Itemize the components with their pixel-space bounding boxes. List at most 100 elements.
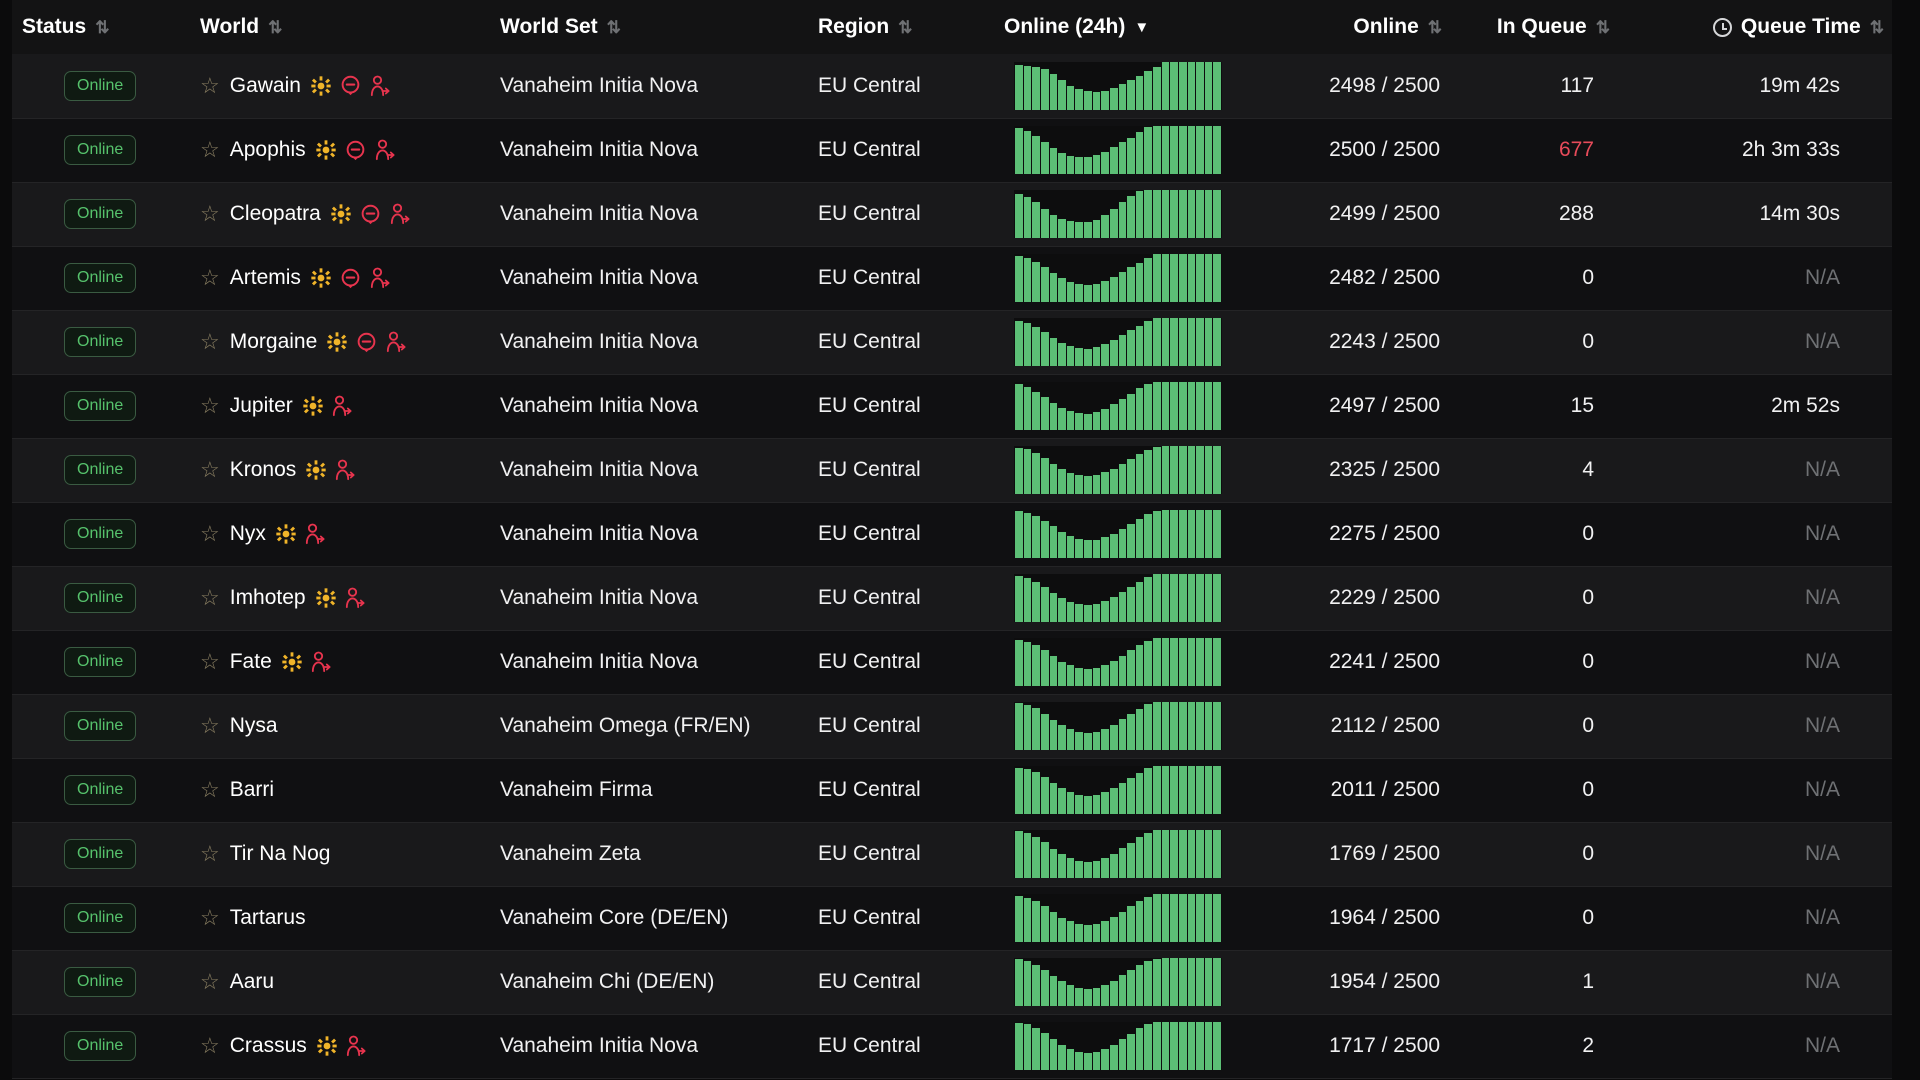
sun-icon xyxy=(306,460,326,480)
table-row[interactable]: Online ☆ Jupiter Vanaheim Initia Nova EU Cen… xyxy=(12,374,1892,439)
column-header-world[interactable]: World ⇅ xyxy=(190,0,490,54)
cell-region: EU Central xyxy=(808,438,994,503)
sun-icon xyxy=(327,332,347,352)
cell-in-queue: 0 xyxy=(1450,566,1618,631)
star-icon[interactable]: ☆ xyxy=(200,395,220,417)
cell-region: EU Central xyxy=(808,822,994,887)
status-badge: Online xyxy=(64,1031,137,1061)
table-row[interactable]: Online ☆ Artemis Vanaheim Initia Nova EU Cen… xyxy=(12,246,1892,311)
table-row[interactable]: Online ☆ Barri Vanaheim Firma EU Central 2011… xyxy=(12,758,1892,823)
sort-updown-icon[interactable]: ⇅ xyxy=(1870,19,1884,36)
transfer-icon xyxy=(332,395,352,417)
online-24h-sparkline xyxy=(1014,254,1222,302)
column-header-label: Region xyxy=(818,15,890,38)
star-icon[interactable]: ☆ xyxy=(200,459,220,481)
star-icon[interactable]: ☆ xyxy=(200,139,220,161)
table-row[interactable]: Online ☆ Morgaine Vanaheim Initia Nova EU Ce… xyxy=(12,310,1892,375)
star-icon[interactable]: ☆ xyxy=(200,651,220,673)
status-badge: Online xyxy=(64,519,137,549)
star-icon[interactable]: ☆ xyxy=(200,203,220,225)
table-row[interactable]: Online ☆ Tartarus Vanaheim Core (DE/EN) EU C… xyxy=(12,886,1892,951)
sort-updown-icon[interactable]: ⇅ xyxy=(1596,19,1610,36)
cell-status: Online xyxy=(12,950,190,1015)
column-header-online-24h[interactable]: Online (24h) ▼ xyxy=(994,0,1242,54)
world-name: Crassus xyxy=(229,1034,307,1057)
cell-world: ☆ Cleopatra xyxy=(190,182,490,247)
column-header-label: Queue Time xyxy=(1740,15,1861,38)
table-row[interactable]: Online ☆ Nysa Vanaheim Omega (FR/EN) EU Cent… xyxy=(12,694,1892,759)
sort-updown-icon[interactable]: ⇅ xyxy=(268,19,282,36)
cell-status: Online xyxy=(12,374,190,439)
table-row[interactable]: Online ☆ Gawain Vanaheim Initia Nova EU Cent… xyxy=(12,54,1892,119)
star-icon[interactable]: ☆ xyxy=(200,907,220,929)
status-badge: Online xyxy=(64,391,137,421)
cell-online: 1954 / 2500 xyxy=(1242,950,1450,1015)
column-header-queue-time[interactable]: Queue Time ⇅ xyxy=(1618,0,1892,54)
table-row[interactable]: Online ☆ Imhotep Vanaheim Initia Nova EU Cen… xyxy=(12,566,1892,631)
column-header-world-set[interactable]: World Set ⇅ xyxy=(490,0,808,54)
online-24h-sparkline xyxy=(1014,382,1222,430)
table-row[interactable]: Online ☆ Crassus Vanaheim Initia Nova EU Cen… xyxy=(12,1014,1892,1079)
cell-world-set: Vanaheim Initia Nova xyxy=(490,1014,808,1079)
caret-down-icon[interactable]: ▼ xyxy=(1134,20,1149,35)
star-icon[interactable]: ☆ xyxy=(200,715,220,737)
table-body: Online ☆ Gawain Vanaheim Initia Nova EU Cent… xyxy=(12,54,1892,1079)
cell-world-set: Vanaheim Core (DE/EN) xyxy=(490,886,808,951)
status-badge: Online xyxy=(64,839,137,869)
cell-world: ☆ Crassus xyxy=(190,1014,490,1079)
star-icon[interactable]: ☆ xyxy=(200,331,220,353)
sort-updown-icon[interactable]: ⇅ xyxy=(607,19,621,36)
cell-world: ☆ Apophis xyxy=(190,118,490,183)
cell-status: Online xyxy=(12,246,190,311)
dnd-icon xyxy=(357,332,376,352)
sort-updown-icon[interactable]: ⇅ xyxy=(95,19,109,36)
star-icon[interactable]: ☆ xyxy=(200,74,220,97)
column-header-region[interactable]: Region ⇅ xyxy=(808,0,994,54)
star-icon[interactable]: ☆ xyxy=(200,971,220,993)
sort-updown-icon[interactable]: ⇅ xyxy=(898,19,912,36)
star-icon[interactable]: ☆ xyxy=(200,587,220,609)
cell-in-queue: 0 xyxy=(1450,630,1618,695)
cell-online-24h-sparkline xyxy=(994,1014,1242,1079)
sort-updown-icon[interactable]: ⇅ xyxy=(1428,19,1442,36)
status-badge: Online xyxy=(64,327,137,357)
cell-region: EU Central xyxy=(808,758,994,823)
table-row[interactable]: Online ☆ Nyx Vanaheim Initia Nova EU Central… xyxy=(12,502,1892,567)
table-row[interactable]: Online ☆ Aaru Vanaheim Chi (DE/EN) EU Centra… xyxy=(12,950,1892,1015)
cell-queue-time: N/A xyxy=(1618,566,1892,631)
cell-in-queue: 0 xyxy=(1450,758,1618,823)
column-header-in-queue[interactable]: In Queue ⇅ xyxy=(1450,0,1618,54)
cell-status: Online xyxy=(12,118,190,183)
cell-status: Online xyxy=(12,1014,190,1079)
world-name: Aaru xyxy=(229,970,275,993)
table-row[interactable]: Online ☆ Cleopatra Vanaheim Initia Nova EU C… xyxy=(12,182,1892,247)
star-icon[interactable]: ☆ xyxy=(200,779,220,801)
cell-online: 2500 / 2500 xyxy=(1242,118,1450,183)
column-header-label: Status xyxy=(22,15,87,38)
cell-online: 1717 / 2500 xyxy=(1242,1014,1450,1079)
table-row[interactable]: Online ☆ Apophis Vanaheim Initia Nova EU Cen… xyxy=(12,118,1892,183)
star-icon[interactable]: ☆ xyxy=(200,843,220,865)
cell-in-queue: 0 xyxy=(1450,694,1618,759)
cell-world-set: Vanaheim Omega (FR/EN) xyxy=(490,694,808,759)
online-24h-sparkline xyxy=(1014,61,1222,110)
online-24h-sparkline xyxy=(1014,446,1222,494)
online-24h-sparkline xyxy=(1014,702,1222,750)
transfer-icon xyxy=(390,203,410,225)
table-row[interactable]: Online ☆ Fate Vanaheim Initia Nova EU Centra… xyxy=(12,630,1892,695)
cell-region: EU Central xyxy=(808,118,994,183)
column-header-status[interactable]: Status ⇅ xyxy=(12,0,190,54)
star-icon[interactable]: ☆ xyxy=(200,1035,220,1057)
star-icon[interactable]: ☆ xyxy=(200,267,220,289)
dnd-icon xyxy=(346,140,364,160)
world-name: Apophis xyxy=(229,138,306,161)
cell-world: ☆ Imhotep xyxy=(190,566,490,631)
world-flag-icons xyxy=(311,75,390,97)
cell-region: EU Central xyxy=(808,1014,994,1079)
world-flag-icons xyxy=(315,139,395,161)
column-header-online[interactable]: Online ⇅ xyxy=(1242,0,1450,54)
table-row[interactable]: Online ☆ Tir Na Nog Vanaheim Zeta EU Central… xyxy=(12,822,1892,887)
table-row[interactable]: Online ☆ Kronos Vanaheim Initia Nova EU Cent… xyxy=(12,438,1892,503)
cell-queue-time: N/A xyxy=(1618,822,1892,887)
star-icon[interactable]: ☆ xyxy=(200,523,220,545)
